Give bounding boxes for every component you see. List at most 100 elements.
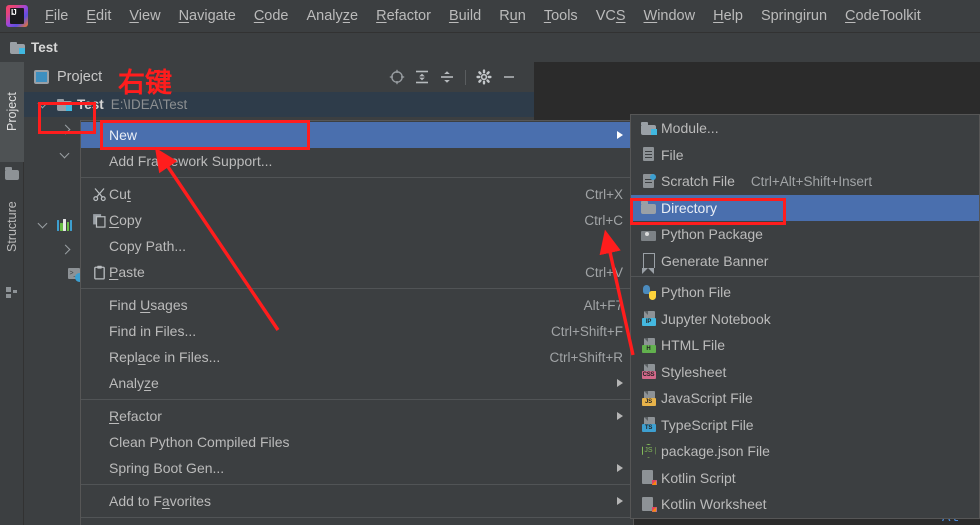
- new-submenu[interactable]: Module... File Scratch File Ctrl+Alt+Shift+…: [630, 114, 980, 519]
- structure-icon: [6, 287, 18, 298]
- idea-window: IJ File Edit View Navigate Code Analyze Refact…: [0, 0, 980, 525]
- submenu-item-module[interactable]: Module...: [631, 115, 979, 142]
- project-panel-title: Project: [57, 69, 103, 85]
- menubar-item-file[interactable]: File: [36, 5, 77, 28]
- menu-item-shortcut: Ctrl+V: [585, 264, 623, 280]
- menubar-item-window[interactable]: Window: [635, 5, 705, 28]
- menu-item-find-in-files[interactable]: Find in Files... Ctrl+Shift+F: [81, 318, 633, 344]
- menu-item-new[interactable]: New: [81, 122, 633, 148]
- menu-item-cut[interactable]: Cut Ctrl+X: [81, 181, 633, 207]
- menubar-item-code[interactable]: Code: [245, 5, 298, 28]
- menu-item-label: Clean Python Compiled Files: [109, 434, 290, 450]
- navigation-bar: Test: [0, 33, 980, 62]
- context-menu[interactable]: New Add Framework Support... Cut Ctrl+X Copy…: [80, 120, 634, 525]
- submenu-item-python-file[interactable]: Python File: [631, 279, 979, 306]
- menu-item-add-framework-support[interactable]: Add Framework Support...: [81, 148, 633, 174]
- menu-item-label: Add to Favorites: [109, 493, 211, 509]
- hide-panel-icon[interactable]: [498, 67, 520, 87]
- tool-tab-structure[interactable]: Structure: [0, 174, 24, 279]
- locate-icon[interactable]: [386, 67, 408, 87]
- collapse-all-icon[interactable]: [436, 67, 458, 87]
- submenu-item-file[interactable]: File: [631, 142, 979, 169]
- chevron-down-icon[interactable]: [60, 149, 71, 160]
- submenu-item-jupyter-notebook[interactable]: IP Jupyter Notebook: [631, 306, 979, 333]
- menubar-item-analyze[interactable]: Analyze: [298, 5, 368, 28]
- menu-separator: [81, 288, 633, 289]
- submenu-item-javascript-file[interactable]: JS JavaScript File: [631, 385, 979, 412]
- menu-item-label: Find Usages: [109, 297, 188, 313]
- menubar-item-vcs[interactable]: VCS: [587, 5, 635, 28]
- menu-item-find-usages[interactable]: Find Usages Alt+F7: [81, 292, 633, 318]
- paste-icon: [89, 265, 109, 280]
- menu-item-analyze[interactable]: Analyze: [81, 370, 633, 396]
- menu-item-shortcut: Ctrl+Shift+F: [550, 323, 623, 339]
- stylesheet-icon: CSS: [637, 364, 661, 380]
- tree-item-label: Test: [77, 97, 104, 112]
- tool-tab-project[interactable]: Project: [0, 62, 24, 162]
- submenu-item-label: Directory: [661, 199, 718, 216]
- directory-icon: [637, 201, 661, 215]
- package-json-icon: JS: [637, 443, 661, 459]
- menubar-item-view[interactable]: View: [120, 5, 169, 28]
- scissors-icon: [89, 187, 109, 202]
- menubar-item-refactor[interactable]: Refactor: [367, 5, 440, 28]
- chevron-down-icon[interactable]: [38, 219, 49, 230]
- submenu-item-label: TypeScript File: [661, 416, 754, 433]
- submenu-item-kotlin-worksheet[interactable]: Kotlin Worksheet: [631, 491, 979, 518]
- menu-item-copy[interactable]: Copy Ctrl+C: [81, 207, 633, 233]
- menu-item-shortcut: Alt+F7: [583, 297, 623, 313]
- menu-item-label: Refactor: [109, 408, 162, 424]
- submenu-item-scratch-file[interactable]: Scratch File Ctrl+Alt+Shift+Insert: [631, 168, 979, 195]
- menubar-item-build[interactable]: Build: [440, 5, 490, 28]
- menubar-item-edit[interactable]: Edit: [77, 5, 120, 28]
- left-tool-window-strip: Project Structure: [0, 62, 24, 525]
- submenu-item-kotlin-script[interactable]: Kotlin Script: [631, 465, 979, 492]
- submenu-item-label: Kotlin Worksheet: [661, 496, 767, 513]
- menu-item-clean-python-compiled-files[interactable]: Clean Python Compiled Files: [81, 429, 633, 455]
- menu-item-label: Cut: [109, 186, 131, 202]
- menubar-item-navigate[interactable]: Navigate: [170, 5, 245, 28]
- menu-item-refactor[interactable]: Refactor: [81, 403, 633, 429]
- table-row[interactable]: Test E:\IDEA\Test: [24, 92, 534, 117]
- menubar-item-tools[interactable]: Tools: [535, 5, 587, 28]
- submenu-item-html-file[interactable]: H HTML File: [631, 332, 979, 359]
- submenu-item-directory[interactable]: Directory: [631, 194, 979, 221]
- submenu-item-label: package.json File: [661, 443, 770, 460]
- submenu-item-python-package[interactable]: Python Package: [631, 221, 979, 248]
- tool-tab-project-label: Project: [5, 92, 19, 132]
- chevron-right-icon[interactable]: [60, 244, 71, 255]
- submenu-item-stylesheet[interactable]: CSS Stylesheet: [631, 359, 979, 386]
- submenu-item-typescript-file[interactable]: TS TypeScript File: [631, 412, 979, 439]
- banner-bookmark-icon: [637, 253, 661, 275]
- scratch-file-icon: [637, 173, 661, 189]
- menu-item-replace-in-files[interactable]: Replace in Files... Ctrl+Shift+R: [81, 344, 633, 370]
- menubar-item-springirun[interactable]: Springirun: [752, 5, 836, 28]
- chevron-down-icon[interactable]: [38, 99, 49, 110]
- kotlin-script-icon: [637, 470, 661, 486]
- menu-separator: [81, 399, 633, 400]
- settings-gear-icon[interactable]: [473, 67, 495, 87]
- menu-item-label: Replace in Files...: [109, 349, 221, 365]
- menu-item-label: New: [109, 127, 138, 143]
- breadcrumb-project-name[interactable]: Test: [31, 40, 58, 55]
- menu-item-label: Add Framework Support...: [109, 153, 273, 169]
- chevron-right-icon[interactable]: [60, 124, 71, 135]
- expand-all-icon[interactable]: [411, 67, 433, 87]
- menu-item-add-to-favorites[interactable]: Add to Favorites: [81, 488, 633, 514]
- menu-item-label: Find in Files...: [109, 323, 197, 339]
- main-menu-bar: IJ File Edit View Navigate Code Analyze Refact…: [0, 0, 980, 33]
- menu-item-copy-path[interactable]: Copy Path...: [81, 233, 633, 259]
- menu-item-paste[interactable]: Paste Ctrl+V: [81, 259, 633, 285]
- submenu-item-package-json-file[interactable]: JS package.json File: [631, 438, 979, 465]
- menubar-item-codetoolkit[interactable]: CodeToolkit: [836, 5, 930, 28]
- submenu-item-generate-banner[interactable]: Generate Banner: [631, 248, 979, 275]
- menu-item-label: Copy Path...: [109, 238, 187, 254]
- menubar-item-help[interactable]: Help: [704, 5, 752, 28]
- submenu-arrow-icon: [617, 497, 623, 505]
- menu-separator: [81, 517, 633, 518]
- menu-separator: [81, 177, 633, 178]
- menubar-item-run[interactable]: Run: [490, 5, 535, 28]
- submenu-item-label: Python File: [661, 284, 732, 301]
- menu-item-reformat-code[interactable]: Reformat CodeCtrl+Alt+L: [81, 521, 633, 525]
- menu-item-spring-boot-gen[interactable]: Spring Boot Gen...: [81, 455, 633, 481]
